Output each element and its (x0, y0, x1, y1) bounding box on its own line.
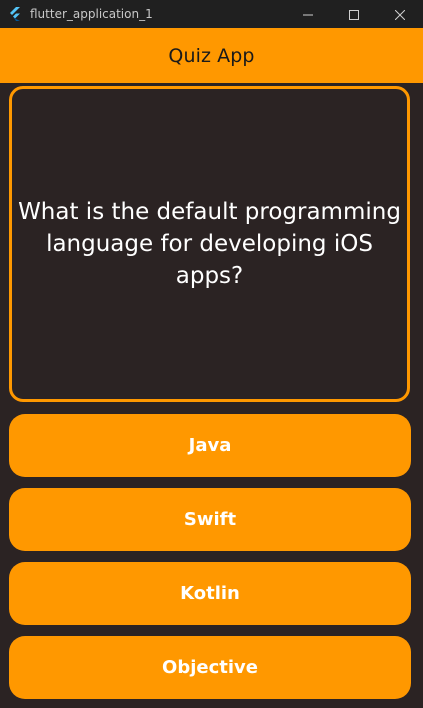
answer-label: Java (188, 435, 232, 456)
window-controls (285, 0, 423, 28)
answer-label: Objective (162, 657, 258, 678)
app-bar: Quiz App (0, 28, 423, 83)
flutter-icon (8, 7, 22, 21)
app-bar-title: Quiz App (168, 44, 255, 67)
minimize-icon (303, 5, 313, 24)
maximize-button[interactable] (331, 0, 377, 28)
answer-button-swift[interactable]: Swift (9, 488, 411, 551)
window-titlebar[interactable]: flutter_application_1 (0, 0, 423, 28)
answer-label: Swift (183, 509, 237, 530)
answer-label: Kotlin (180, 583, 240, 604)
answer-list: Java Swift Kotlin Objective (9, 414, 411, 708)
question-text: What is the default programming language… (18, 199, 401, 289)
minimize-button[interactable] (285, 0, 331, 28)
app-window: flutter_application_1 Quiz App What is t… (0, 0, 423, 708)
close-icon (394, 5, 406, 24)
question-card: What is the default programming language… (9, 86, 410, 402)
answer-button-objective[interactable]: Objective (9, 636, 411, 699)
answer-button-kotlin[interactable]: Kotlin (9, 562, 411, 625)
close-button[interactable] (377, 0, 423, 28)
maximize-icon (349, 5, 359, 24)
window-title: flutter_application_1 (30, 7, 153, 21)
answer-button-java[interactable]: Java (9, 414, 411, 477)
